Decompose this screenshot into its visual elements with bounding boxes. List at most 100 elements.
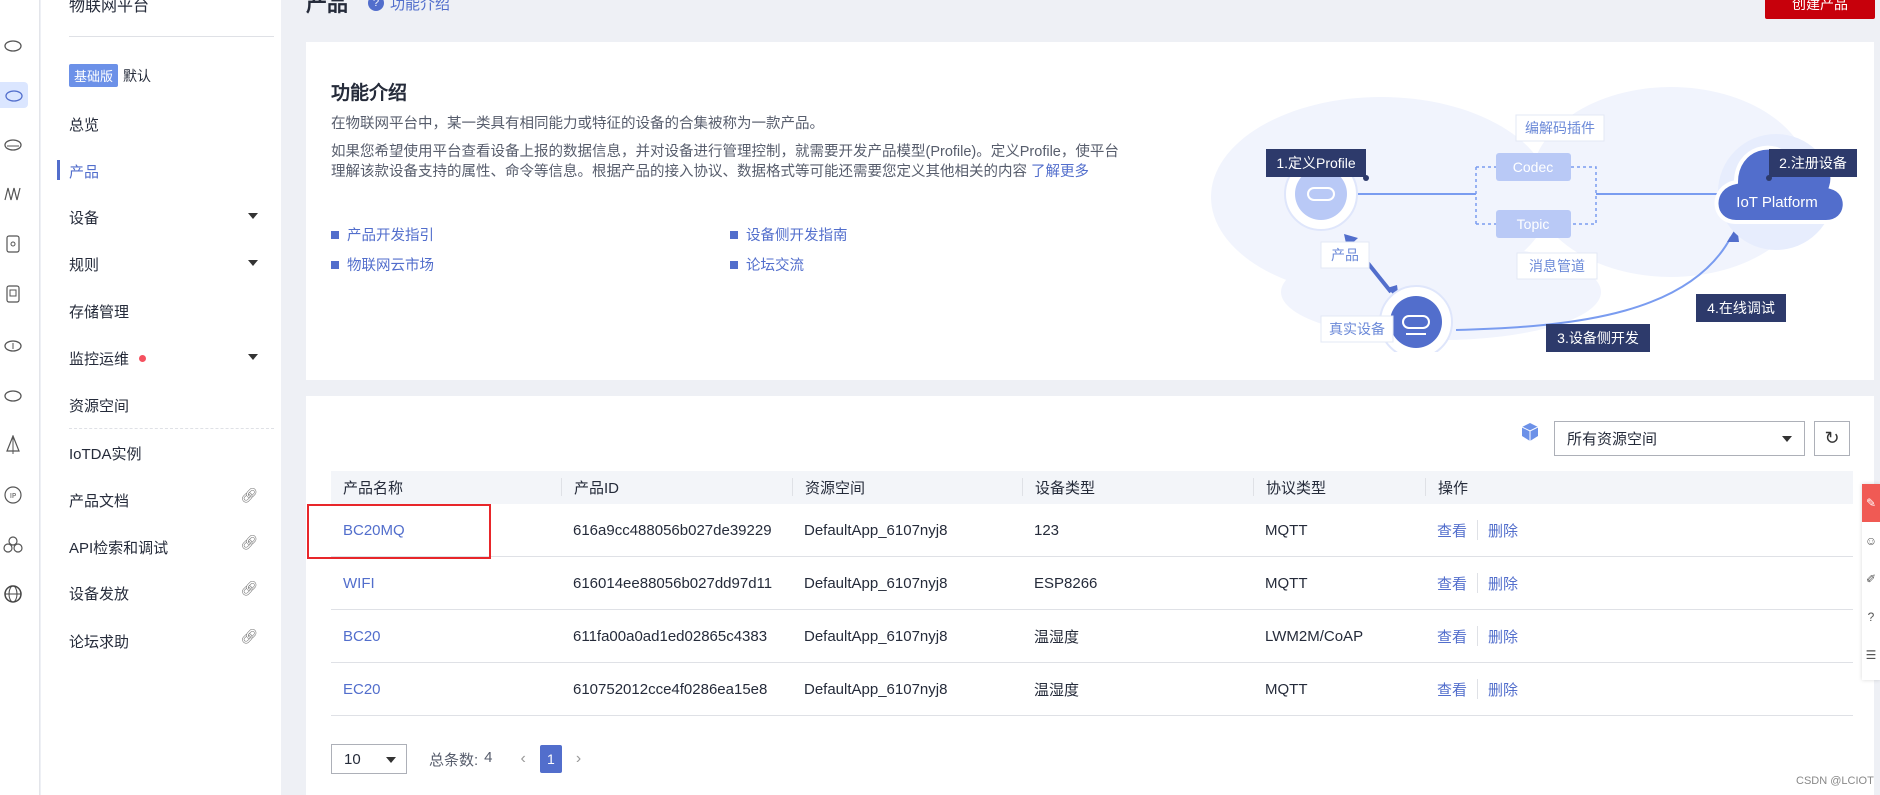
sidebar-item-overview[interactable]: 总览 [69,109,274,139]
globe-icon[interactable] [0,581,26,607]
sidebar-item-label: 总览 [69,116,100,134]
sidebar-item-label: 产品文档 [69,492,130,510]
divider [1477,520,1479,540]
sidebar-item-forum[interactable]: 论坛求助 🔗︎ [69,626,274,656]
product-table: 产品名称 产品ID 资源空间 设备类型 协议类型 操作 BC20MQ 616a9… [331,471,1853,716]
resource-space: DefaultApp_6107nyj8 [804,521,948,539]
external-link-icon: 🔗︎ [240,534,258,550]
protocol-type: LWM2M/CoAP [1265,627,1364,645]
link-label: 物联网云市场 [347,258,434,274]
product-name-link[interactable]: EC20 [331,663,381,715]
chevron-right-icon[interactable]: › [576,750,581,768]
ip-icon[interactable]: IP [0,482,26,508]
product-name-link[interactable]: WIFI [331,557,375,609]
link-label: 产品开发指引 [347,228,434,244]
active-indicator [57,160,60,180]
product-name-link[interactable]: BC20 [331,610,381,662]
page-header: 产品 ? 功能介绍 [306,0,450,18]
learn-more-link[interactable]: 了解更多 [1031,164,1089,180]
sidebar-item-device[interactable]: 设备 [69,202,274,232]
intro-paragraph: 在物联网平台中，某一类具有相同能力或特征的设备的合集被称为一款产品。 [331,116,824,132]
edit-icon[interactable]: ✐ [1862,560,1880,598]
sidebar-item-storage[interactable]: 存储管理 [69,296,274,326]
device-icon[interactable] [0,231,26,257]
watermark: CSDN @LCIOT [1796,775,1874,787]
help-icon[interactable]: ? [1862,598,1880,636]
product-dev-guide-link[interactable]: 产品开发指引 [331,224,434,245]
real-device-label: 真实设备 [1329,321,1385,337]
device-type: 温湿度 [1034,628,1080,646]
delete-button[interactable]: 删除 [1488,626,1518,647]
table-row: EC20 610752012cce4f0286ea15e8 DefaultApp… [331,663,1853,716]
page-size-select[interactable]: 10 [331,744,407,774]
step-3-tag: 3.设备侧开发 [1546,324,1650,352]
row-actions: 查看 删除 [1425,610,1518,662]
delete-button[interactable]: 删除 [1488,679,1518,700]
edition-badge: 基础版 [69,64,119,87]
refresh-button[interactable]: ↻ [1814,421,1850,456]
create-product-button[interactable]: 创建产品 [1765,0,1875,19]
device-dev-guide-link[interactable]: 设备侧开发指南 [730,224,848,245]
sidebar-item-monitoring[interactable]: 监控运维 [69,343,274,373]
view-button[interactable]: 查看 [1437,626,1467,647]
step-2-label: 2.注册设备 [1779,155,1847,171]
view-button[interactable]: 查看 [1437,679,1467,700]
external-link-icon: 🔗︎ [240,628,258,644]
column-header: 产品名称 [343,479,404,497]
cluster-icon[interactable] [0,531,26,557]
help-icon: ? [368,0,384,11]
sidebar-item-resource-space[interactable]: 资源空间 [69,390,274,420]
column-header: 产品ID [561,478,619,497]
delete-button[interactable]: 删除 [1488,520,1518,541]
document-icon[interactable]: ☰ [1862,636,1880,674]
page-button[interactable]: 1 [539,745,562,773]
sidebar-item-product[interactable]: 产品 [57,156,274,186]
divider [1477,573,1479,593]
gateway-icon[interactable] [0,281,26,307]
sidebar-item-docs[interactable]: 产品文档 🔗︎ [69,485,274,515]
wave-icon[interactable] [0,181,26,207]
edition-selector[interactable]: 基础版 默认 [69,64,151,87]
chevron-down-icon [386,757,396,763]
step-dot [1766,175,1772,181]
cloud-icon[interactable] [0,32,26,58]
message-pipe-label: 消息管道 [1529,258,1585,274]
chevron-left-icon[interactable]: ‹ [521,750,526,768]
device-type: 温湿度 [1034,681,1080,699]
iot-cloud-icon[interactable] [0,82,28,108]
sidebar-item-provisioning[interactable]: 设备发放 🔗︎ [69,578,274,608]
feature-intro-link[interactable]: ? 功能介绍 [368,0,450,14]
antenna-icon[interactable] [0,432,26,458]
table-header: 产品名称 产品ID 资源空间 设备类型 协议类型 操作 [331,471,1853,504]
step-4-label: 4.在线调试 [1707,300,1775,316]
view-button[interactable]: 查看 [1437,520,1467,541]
feedback-icon[interactable]: ✎ [1862,484,1880,522]
cloud-plain-icon[interactable] [0,382,26,408]
protocol-type: MQTT [1265,521,1308,539]
column-header: 资源空间 [792,478,865,497]
floating-toolbar: ✎ ☺ ✐ ? ☰ [1862,484,1880,680]
delete-button[interactable]: 删除 [1488,573,1518,594]
resource-space-select[interactable]: 所有资源空间 [1554,421,1805,456]
page-size-value: 10 [344,750,361,768]
cube-icon [1521,423,1539,441]
divider [1477,679,1479,699]
sidebar-item-api[interactable]: API检索和调试 🔗︎ [69,532,274,562]
total-label: 总条数: [429,751,479,769]
intro-title: 功能介绍 [331,83,408,104]
cloud-upload-icon[interactable] [0,332,26,358]
iot-marketplace-link[interactable]: 物联网云市场 [331,254,434,275]
cloud-stack-icon[interactable] [0,132,26,158]
row-actions: 查看 删除 [1425,504,1518,556]
edition-name: 默认 [123,67,152,84]
product-flow-diagram: Codec Topic 编解码插件 消息管道 产品 真实设备 IoT Platf… [1211,87,1857,352]
sidebar-item-iotda-instance[interactable]: IoTDA实例 [69,438,274,468]
divider [69,36,274,37]
pagination: 10 总条数: 4 ‹ 1 › [331,744,581,774]
view-button[interactable]: 查看 [1437,573,1467,594]
chat-icon[interactable]: ☺ [1862,522,1880,560]
sidebar-item-rules[interactable]: 规则 [69,249,274,279]
forum-link[interactable]: 论坛交流 [730,254,804,275]
sidebar-item-label: 存储管理 [69,303,130,321]
product-id: 611fa00a0ad1ed02865c4383 [573,627,768,645]
